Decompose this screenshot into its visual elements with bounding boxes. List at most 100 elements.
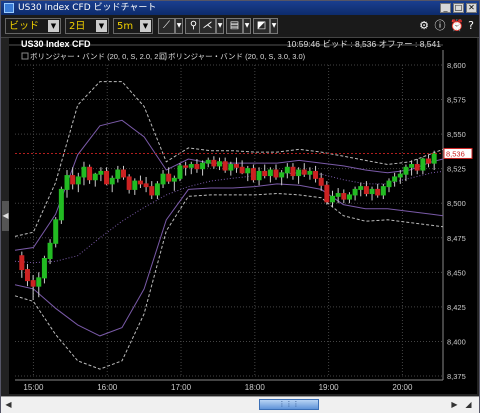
horizontal-scrollbar[interactable]: ◀ ⋮⋮⋮ ▶ ◢ <box>1 396 479 413</box>
settings-icon[interactable]: ⚙ <box>418 18 430 34</box>
candle-body <box>149 186 155 196</box>
maximize-button[interactable]: □ <box>453 3 464 13</box>
candle-body <box>75 176 81 185</box>
period-value: 2日 <box>69 21 86 32</box>
line-draw-icon[interactable]: ⟋ <box>158 18 175 34</box>
y-tick-label: 8,525 <box>447 165 466 174</box>
chart-background <box>9 38 477 394</box>
candle-body <box>346 194 352 200</box>
candle-body <box>256 170 262 181</box>
candlestick-chart[interactable]: US30 Index CFD 10:59:46 ビッド : 8,536 オファー… <box>9 38 477 394</box>
candle-body <box>64 175 70 190</box>
legend-bb-2: ボリンジャー・バンド (20, 0, S, 2.0, 2.0) <box>30 52 168 61</box>
candle-body <box>380 186 386 196</box>
y-tick-label: 8,550 <box>447 130 466 139</box>
x-tick-label: 17:00 <box>171 383 192 392</box>
candle-body <box>290 166 296 177</box>
scroll-right-button[interactable]: ▶ <box>449 398 460 411</box>
close-button[interactable]: ✕ <box>466 3 477 13</box>
app-icon <box>4 3 14 13</box>
offer-value: 8,541 <box>420 39 442 49</box>
candle-body <box>403 166 409 175</box>
minimize-button[interactable]: _ <box>440 3 451 13</box>
chart-image-dropdown[interactable]: ▼ <box>270 18 278 34</box>
y-tick-label: 8,450 <box>447 268 466 277</box>
candle-body <box>363 186 369 195</box>
fan-dropdown[interactable]: ▼ <box>216 18 224 34</box>
candle-body <box>358 186 364 190</box>
candle-body <box>301 169 307 175</box>
candle-body <box>19 255 25 271</box>
candle-body <box>200 162 206 170</box>
scrollbar-thumb[interactable]: ⋮⋮⋮ <box>259 399 319 410</box>
candle-body <box>137 180 143 185</box>
candle-body <box>414 164 420 171</box>
alarm-icon[interactable]: ⏰ <box>450 18 464 34</box>
candle-body <box>205 159 211 164</box>
y-tick-label: 8,500 <box>447 199 466 208</box>
window-title: US30 Index CFD ビッドチャート <box>18 3 157 13</box>
candle-body <box>160 173 166 185</box>
candle-body <box>420 158 426 171</box>
candle-body <box>335 193 341 197</box>
candle-body <box>183 165 189 168</box>
candle-body <box>392 176 398 182</box>
y-tick-label: 8,425 <box>447 303 466 312</box>
candle-body <box>409 164 415 168</box>
chevron-down-icon: ▼ <box>48 20 59 32</box>
candle-body <box>132 180 138 190</box>
x-tick-label: 16:00 <box>97 383 118 392</box>
candle-body <box>171 177 177 182</box>
info-icon[interactable]: ⓘ <box>434 18 446 34</box>
candle-body <box>222 161 228 171</box>
x-tick-label: 19:00 <box>319 383 340 392</box>
candle-body <box>126 176 132 190</box>
candle-body <box>352 188 358 196</box>
fan-icon[interactable]: ⋌ <box>199 18 216 34</box>
candle-body <box>330 195 335 203</box>
print-dropdown[interactable]: ▼ <box>243 18 251 34</box>
candle-body <box>375 188 381 196</box>
candle-body <box>369 188 375 195</box>
candle-body <box>284 166 290 174</box>
candle-body <box>24 269 30 282</box>
scroll-left-button[interactable]: ◀ <box>3 398 14 411</box>
candle-body <box>121 169 126 178</box>
title-bar[interactable]: US30 Index CFD ビッドチャート _ □ ✕ <box>1 1 479 15</box>
x-tick-label: 15:00 <box>23 383 44 392</box>
candle-body <box>53 219 59 244</box>
candle-body <box>273 169 279 178</box>
current-price-label: 8,536 <box>446 149 465 158</box>
candle-body <box>245 168 251 174</box>
candle-body <box>70 175 76 185</box>
period-select[interactable]: 2日 ▼ <box>65 18 109 34</box>
chevron-down-icon: ▼ <box>140 20 151 32</box>
line-draw-dropdown[interactable]: ▼ <box>175 18 183 34</box>
y-tick-label: 8,375 <box>447 372 466 381</box>
toolbar: ビッド ▼ 2日 ▼ 5m ▼ ⟋ ▼ ⚲ ⋌ ▼ ▤ ▼ ◩ ▼ ⚙ ⓘ ⏰ … <box>1 15 479 38</box>
candle-body <box>397 173 403 178</box>
interval-value: 5m <box>117 21 134 32</box>
side-panel-toggle[interactable]: ◀ <box>2 201 9 231</box>
price-type-select[interactable]: ビッド ▼ <box>5 18 61 34</box>
legend-bb-3: ボリンジャー・バンド (20, 0, S, 3.0, 3.0) <box>168 52 306 61</box>
candle-body <box>115 169 121 179</box>
bid-value: 8,536 <box>355 39 377 49</box>
y-tick-label: 8,400 <box>447 337 466 346</box>
x-tick-label: 20:00 <box>392 383 413 392</box>
candle-body <box>228 164 234 171</box>
resize-grip-icon[interactable]: ◢ <box>463 398 474 411</box>
chart-image-icon[interactable]: ◩ <box>253 18 270 34</box>
interval-select[interactable]: 5m ▼ <box>113 18 153 34</box>
chart-window: US30 Index CFD ビッドチャート _ □ ✕ ビッド ▼ 2日 ▼ … <box>0 0 480 413</box>
candle-body <box>58 188 64 221</box>
help-icon[interactable]: ? <box>465 18 477 34</box>
candle-body <box>262 170 268 177</box>
candle-body <box>313 170 319 179</box>
print-icon[interactable]: ▤ <box>226 18 243 34</box>
chart-area[interactable]: US30 Index CFD 10:59:46 ビッド : 8,536 オファー… <box>9 38 477 394</box>
price-type-value: ビッド <box>9 21 39 32</box>
candle-body <box>194 164 200 170</box>
candle-body <box>92 173 98 181</box>
y-tick-label: 8,475 <box>447 234 466 243</box>
